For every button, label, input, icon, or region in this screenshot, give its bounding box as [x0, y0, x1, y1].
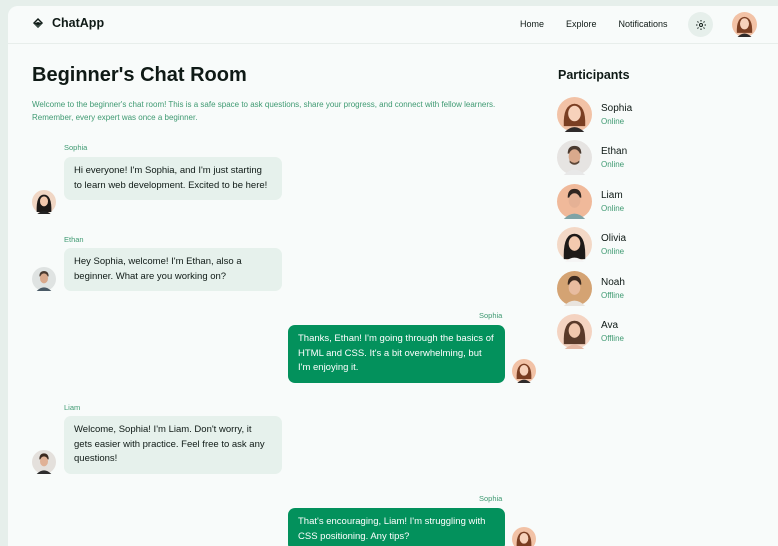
participant-item[interactable]: Olivia Online [557, 227, 757, 263]
user-avatar[interactable] [732, 12, 757, 37]
participant-status: Offline [601, 291, 624, 300]
gear-icon [695, 19, 707, 31]
message-author: Ethan [64, 235, 84, 244]
brand[interactable]: ChatApp [32, 16, 104, 30]
participant-item[interactable]: Ethan Online [557, 140, 757, 176]
participant-status: Online [601, 117, 625, 126]
page-title: Beginner's Chat Room [32, 64, 247, 86]
top-navigation-bar: ChatApp Home Explore Notifications [8, 6, 778, 44]
participant-status: Offline [601, 334, 624, 343]
room-description: Welcome to the beginner's chat room! Thi… [32, 100, 496, 122]
message-bubble: Hi everyone! I'm Sophia, and I'm just st… [64, 157, 282, 200]
participant-avatar [557, 314, 592, 349]
participant-name: Ava [601, 320, 619, 331]
message-bubble: Welcome, Sophia! I'm Liam. Don't worry, … [64, 416, 282, 474]
message-avatar [32, 450, 56, 474]
participant-status: Online [601, 160, 625, 169]
message-avatar [32, 190, 56, 214]
participant-status: Online [601, 204, 625, 213]
message-bubble: That's encouraging, Liam! I'm struggling… [288, 508, 505, 546]
message-bubble: Hey Sophia, welcome! I'm Ethan, also a b… [64, 248, 282, 291]
participant-name: Olivia [601, 233, 627, 244]
app-window: ChatApp Home Explore Notifications Begin… [8, 6, 778, 546]
participant-item[interactable]: Liam Online [557, 184, 757, 220]
nav-explore-link[interactable]: Explore [566, 19, 597, 29]
participant-status: Online [601, 247, 625, 256]
participant-name: Noah [601, 277, 625, 288]
message-author: Sophia [64, 143, 88, 152]
message-author: Liam [64, 403, 81, 412]
participant-avatar [557, 271, 592, 306]
participant-avatar [557, 140, 592, 175]
message-avatar [512, 527, 536, 546]
logo-icon [32, 17, 44, 29]
message-author: Sophia [479, 311, 503, 320]
participant-avatar [557, 184, 592, 219]
app-name: ChatApp [52, 16, 105, 30]
message-avatar [512, 359, 536, 383]
settings-button[interactable] [688, 12, 713, 37]
participant-name: Liam [601, 190, 623, 201]
participant-name: Ethan [601, 146, 628, 157]
main-nav: Home Explore Notifications [520, 19, 690, 29]
participant-item[interactable]: Noah Offline [557, 271, 757, 307]
nav-home-link[interactable]: Home [520, 19, 544, 29]
participant-item[interactable]: Sophia Online [557, 97, 757, 133]
participant-item[interactable]: Ava Offline [557, 314, 757, 350]
participant-name: Sophia [601, 103, 633, 114]
participant-avatar [557, 227, 592, 262]
message-avatar [32, 267, 56, 291]
participant-avatar [557, 97, 592, 132]
nav-notifications-link[interactable]: Notifications [619, 19, 668, 29]
message-author: Sophia [479, 494, 503, 503]
message-bubble: Thanks, Ethan! I'm going through the bas… [288, 325, 505, 383]
participants-heading: Participants [558, 68, 630, 82]
